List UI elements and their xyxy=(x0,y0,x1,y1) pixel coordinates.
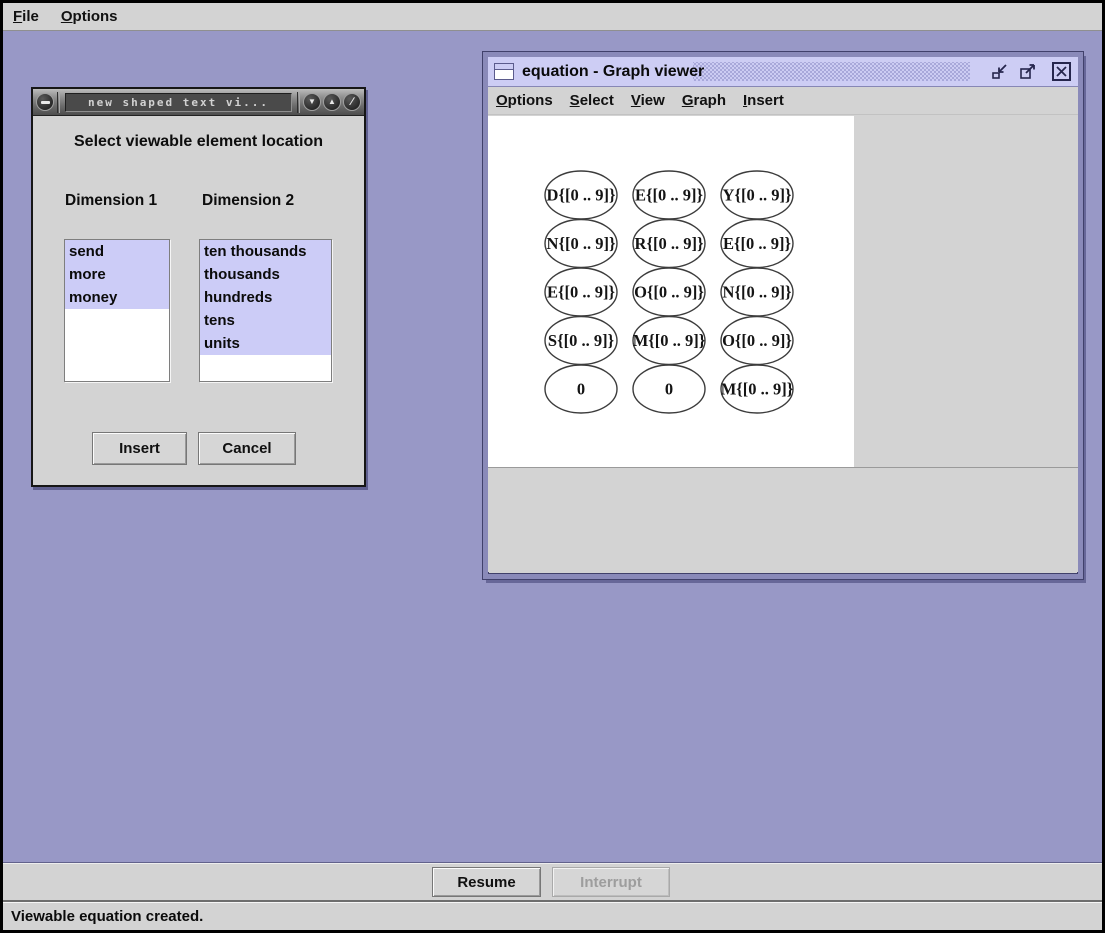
graph-viewer-window: equation - Graph viewer xyxy=(483,52,1083,579)
cancel-button[interactable]: Cancel xyxy=(198,432,296,465)
resume-button[interactable]: Resume xyxy=(432,867,541,897)
svg-text:D{[0 .. 9]}: D{[0 .. 9]} xyxy=(547,186,616,205)
svg-text:Y{[0 .. 9]}: Y{[0 .. 9]} xyxy=(723,186,792,205)
dialog-title: new shaped text vi... xyxy=(65,93,292,112)
svg-text:E{[0 .. 9]}: E{[0 .. 9]} xyxy=(723,234,791,253)
dialog-titlebar[interactable]: new shaped text vi... ▼ ▲ ∕ xyxy=(33,89,364,116)
graph-menu-item-select[interactable]: Select xyxy=(570,92,614,109)
list-item[interactable]: money xyxy=(65,286,169,309)
svg-text:0: 0 xyxy=(577,380,585,399)
close-slash-icon: ∕ xyxy=(351,97,353,108)
dialog-shade-up-button[interactable]: ▲ xyxy=(323,93,341,111)
svg-text:N{[0 .. 9]}: N{[0 .. 9]} xyxy=(723,283,792,302)
graph-content-area: D{[0 .. 9]} E{[0 .. 9]} Y{[0 .. 9]} N{[0 ..… xyxy=(488,115,1078,572)
main-menu-item-file[interactable]: File xyxy=(13,8,39,25)
shade-up-icon: ▲ xyxy=(328,98,336,106)
graph-node[interactable]: M{[0 .. 9]} xyxy=(721,365,794,413)
list-item[interactable]: hundreds xyxy=(200,286,331,309)
insert-button[interactable]: Insert xyxy=(92,432,187,465)
interrupt-button: Interrupt xyxy=(552,867,670,897)
graph-node[interactable]: O{[0 .. 9]} xyxy=(721,317,793,365)
graph-node[interactable]: E{[0 .. 9]} xyxy=(633,171,705,219)
dialog-shade-down-button[interactable]: ▼ xyxy=(303,93,321,111)
list-item[interactable]: more xyxy=(65,263,169,286)
maximize-icon xyxy=(1018,62,1037,81)
svg-text:M{[0 .. 9]}: M{[0 .. 9]} xyxy=(633,331,706,350)
svg-text:R{[0 .. 9]}: R{[0 .. 9]} xyxy=(635,234,704,253)
graph-menubar: Options Select View Graph Insert xyxy=(488,87,1078,115)
titlebar-divider xyxy=(297,92,300,113)
list-item[interactable]: send xyxy=(65,240,169,263)
application-window: File Options new shaped text vi... ▼ ▲ ∕ … xyxy=(0,0,1105,933)
graph-node[interactable]: N{[0 .. 9]} xyxy=(721,268,793,316)
list-item[interactable]: thousands xyxy=(200,263,331,286)
control-strip: Resume Interrupt xyxy=(3,862,1102,900)
graph-node[interactable]: M{[0 .. 9]} xyxy=(633,317,706,365)
graph-node[interactable]: Y{[0 .. 9]} xyxy=(721,171,793,219)
graph-node[interactable]: 0 xyxy=(633,365,705,413)
close-button[interactable] xyxy=(1051,61,1072,82)
shade-down-icon: ▼ xyxy=(308,98,316,106)
graph-menu-item-insert[interactable]: Insert xyxy=(743,92,784,109)
graph-menu-item-graph[interactable]: Graph xyxy=(682,92,726,109)
graph-canvas[interactable]: D{[0 .. 9]} E{[0 .. 9]} Y{[0 .. 9]} N{[0 ..… xyxy=(488,116,854,467)
dimension2-list[interactable]: ten thousandsthousandshundredstensunits xyxy=(199,239,332,382)
graph-node[interactable]: E{[0 .. 9]} xyxy=(721,220,793,268)
dialog-minus-icon[interactable] xyxy=(36,93,54,111)
graph-node[interactable]: 0 xyxy=(545,365,617,413)
dialog-close-button[interactable]: ∕ xyxy=(343,93,361,111)
dialog-heading: Select viewable element location xyxy=(33,133,364,151)
viewport-divider xyxy=(488,467,1078,468)
titlebar-divider xyxy=(57,92,60,113)
list-item[interactable]: tens xyxy=(200,309,331,332)
graph-window-titlebar[interactable]: equation - Graph viewer xyxy=(488,57,1078,87)
list-item[interactable]: units xyxy=(200,332,331,355)
svg-text:0: 0 xyxy=(665,380,673,399)
minimize-button[interactable] xyxy=(989,61,1010,82)
maximize-button[interactable] xyxy=(1017,61,1038,82)
main-menu-item-options[interactable]: Options xyxy=(61,8,118,25)
main-menubar: File Options xyxy=(3,3,1102,31)
svg-text:S{[0 .. 9]}: S{[0 .. 9]} xyxy=(548,331,614,350)
graph-node[interactable]: S{[0 .. 9]} xyxy=(545,317,617,365)
close-icon xyxy=(1051,61,1072,82)
list-item[interactable]: ten thousands xyxy=(200,240,331,263)
dimension2-label: Dimension 2 xyxy=(202,192,294,210)
svg-text:N{[0 .. 9]}: N{[0 .. 9]} xyxy=(547,234,616,253)
graph-node[interactable]: D{[0 .. 9]} xyxy=(545,171,617,219)
dimension1-list[interactable]: sendmoremoney xyxy=(64,239,170,382)
window-icon xyxy=(494,63,514,80)
svg-text:O{[0 .. 9]}: O{[0 .. 9]} xyxy=(634,283,704,302)
svg-text:E{[0 .. 9]}: E{[0 .. 9]} xyxy=(635,186,703,205)
graph-window-title: equation - Graph viewer xyxy=(522,63,704,81)
status-text: Viewable equation created. xyxy=(11,908,203,925)
graph-menu-item-options[interactable]: Options xyxy=(496,92,553,109)
graph-node[interactable]: E{[0 .. 9]} xyxy=(545,268,617,316)
dimension1-label: Dimension 1 xyxy=(65,192,157,210)
graph-node[interactable]: N{[0 .. 9]} xyxy=(545,220,617,268)
graph-node[interactable]: R{[0 .. 9]} xyxy=(633,220,705,268)
graph-menu-item-view[interactable]: View xyxy=(631,92,665,109)
minimize-icon xyxy=(990,62,1009,81)
status-bar: Viewable equation created. xyxy=(3,900,1102,930)
svg-text:E{[0 .. 9]}: E{[0 .. 9]} xyxy=(547,283,615,302)
select-location-dialog: new shaped text vi... ▼ ▲ ∕ Select viewa… xyxy=(31,87,366,487)
minus-icon xyxy=(41,101,50,104)
svg-text:M{[0 .. 9]}: M{[0 .. 9]} xyxy=(721,380,794,399)
titlebar-texture xyxy=(693,62,970,81)
svg-text:O{[0 .. 9]}: O{[0 .. 9]} xyxy=(722,331,792,350)
graph-node[interactable]: O{[0 .. 9]} xyxy=(633,268,705,316)
